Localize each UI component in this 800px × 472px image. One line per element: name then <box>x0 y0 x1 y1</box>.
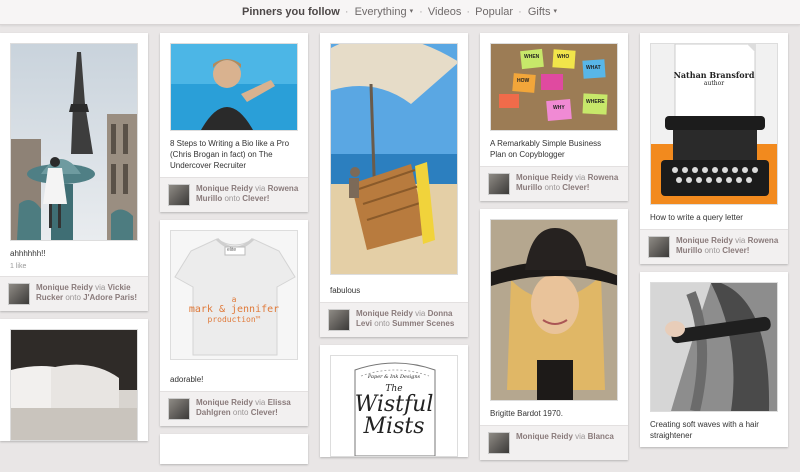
top-navigation-bar: Pinners you follow · Everything ▾ · Video… <box>0 0 800 25</box>
note-label: WHERE <box>586 99 605 105</box>
pin-card[interactable]: fabulous Monique Reidy via Donna Levi on… <box>320 33 468 337</box>
board-link[interactable]: Clever! <box>722 246 749 255</box>
pin-caption: fabulous <box>330 286 361 295</box>
typewriter-paper-name: Nathan Bransford <box>673 70 755 80</box>
hat-portrait-photo <box>491 220 617 400</box>
pin-caption: A Remarkably Simple Business Plan on Cop… <box>490 139 602 159</box>
note-label: HOW <box>517 78 530 84</box>
pin-caption: Brigitte Bardot 1970. <box>490 409 563 418</box>
pin-card[interactable] <box>0 319 148 441</box>
pin-like-count[interactable]: 1 like <box>0 263 148 276</box>
pin-image-hat-portrait[interactable] <box>490 219 618 401</box>
pin-card[interactable]: 8 Steps to Writing a Bio like a Pro (Chr… <box>160 33 308 212</box>
pinner-link[interactable]: Monique Reidy <box>36 283 93 292</box>
tshirt-print-line-1: a <box>231 295 237 304</box>
pin-card[interactable]: Nathan Bransford author How to write a q… <box>640 33 788 264</box>
pin-attribution: Monique Reidy via Rowena Murillo onto Cl… <box>640 229 788 264</box>
pinner-link[interactable]: Monique Reidy <box>676 236 733 245</box>
board-link[interactable]: J'Adore Paris! <box>83 293 137 302</box>
pin-caption: How to write a query letter <box>650 213 743 222</box>
pin-card[interactable]: Creating soft waves with a hair straight… <box>640 272 788 447</box>
tshirt-print-line-3: production™ <box>207 315 261 324</box>
nav-popular[interactable]: Popular <box>475 6 513 18</box>
pin-image-beach[interactable] <box>330 43 458 275</box>
chevron-down-icon: ▾ <box>553 8 557 15</box>
avatar[interactable] <box>488 173 510 195</box>
avatar[interactable] <box>488 432 510 454</box>
pin-column-4: WHEN WHO WHAT HOW WHY WHERE A Remarkably… <box>480 33 628 468</box>
pin-attribution: Monique Reidy via Rowena Murillo onto Cl… <box>160 177 308 212</box>
speaker-photo <box>171 44 297 130</box>
pin-card[interactable]: Paper & Ink Designs The Wistful Mists <box>320 345 468 457</box>
eiffel-tower-photo <box>11 44 137 240</box>
nav-separator: · <box>419 6 423 18</box>
pin-caption: ahhhhhh!! <box>10 249 46 258</box>
pin-card[interactable]: WHEN WHO WHAT HOW WHY WHERE A Remarkably… <box>480 33 628 201</box>
pin-image-hair-straightener[interactable] <box>650 282 778 412</box>
beach-chair-photo <box>331 44 457 274</box>
pin-caption: adorable! <box>170 375 204 384</box>
pinner-link[interactable]: Monique Reidy <box>516 173 573 182</box>
wistful-title-2: Mists <box>363 414 425 439</box>
pin-attribution: Monique Reidy via Rowena Murillo onto Cl… <box>480 166 628 201</box>
pin-card[interactable]: Brigitte Bardot 1970. Monique Reidy via … <box>480 209 628 460</box>
bedroom-photo <box>11 330 137 440</box>
avatar[interactable] <box>168 184 190 206</box>
hair-straightener-photo <box>651 283 777 411</box>
pin-image-paris[interactable] <box>10 43 138 241</box>
pin-attribution: Monique Reidy via Donna Levi onto Summer… <box>320 302 468 337</box>
feed-filter-nav: Pinners you follow · Everything ▾ · Video… <box>0 6 800 18</box>
wistful-small-text: Paper & Ink Designs <box>367 374 421 380</box>
pin-image-sticky-notes[interactable]: WHEN WHO WHAT HOW WHY WHERE <box>490 43 618 131</box>
pinner-link[interactable]: Monique Reidy <box>356 309 413 318</box>
pin-caption: Creating soft waves with a hair straight… <box>650 420 759 440</box>
pin-column-2: 8 Steps to Writing a Bio like a Pro (Chr… <box>160 33 308 472</box>
pin-attribution: Monique Reidy via Blanca <box>480 425 628 460</box>
board-link[interactable]: Clever! <box>242 194 269 203</box>
pinner-link[interactable]: Monique Reidy <box>196 184 253 193</box>
tshirt-tag-text: elite <box>227 247 237 253</box>
pin-column-1: ahhhhhh!! 1 like Monique Reidy via Vicki… <box>0 33 148 449</box>
pin-image-wistful-mists[interactable]: Paper & Ink Designs The Wistful Mists <box>330 355 458 457</box>
avatar[interactable] <box>328 309 350 331</box>
pin-attribution: Monique Reidy via Elissa Dahlgren onto C… <box>160 391 308 426</box>
avatar[interactable] <box>648 236 670 258</box>
nav-pinners-you-follow[interactable]: Pinners you follow <box>242 6 340 18</box>
chevron-down-icon: ▾ <box>409 8 414 15</box>
nav-everything[interactable]: Everything ▾ <box>354 6 415 18</box>
avatar[interactable] <box>168 398 190 420</box>
nav-videos[interactable]: Videos <box>428 6 461 18</box>
board-link[interactable]: Clever! <box>251 408 278 417</box>
pin-caption: 8 Steps to Writing a Bio like a Pro (Chr… <box>170 139 290 170</box>
note-label: WHAT <box>586 65 601 71</box>
sticky-notes-photo <box>491 44 617 130</box>
pin-column-3: fabulous Monique Reidy via Donna Levi on… <box>320 33 468 465</box>
pin-attribution: Monique Reidy via Vickie Rucker onto J'A… <box>0 276 148 311</box>
typewriter-paper-role: author <box>703 80 725 87</box>
board-link[interactable]: Summer Scenes <box>392 319 454 328</box>
nav-separator: · <box>466 6 471 18</box>
note-label: WHEN <box>524 54 540 60</box>
pin-card[interactable]: ahhhhhh!! 1 like Monique Reidy via Vicki… <box>0 33 148 311</box>
tshirt-print-line-2: mark & jennifer <box>188 304 280 315</box>
note-label: WHY <box>553 105 565 111</box>
pin-image-speaker[interactable] <box>170 43 298 131</box>
pin-card[interactable]: a mark & jennifer production™ elite ador… <box>160 220 308 426</box>
pin-card[interactable] <box>160 434 308 464</box>
nav-gifts[interactable]: Gifts ▾ <box>527 6 558 18</box>
pinner-link[interactable]: Monique Reidy <box>196 398 253 407</box>
pin-image-bedroom[interactable] <box>10 329 138 441</box>
avatar[interactable] <box>8 283 30 305</box>
wistful-title-1: Wistful <box>354 392 434 417</box>
board-link[interactable]: Clever! <box>562 183 589 192</box>
note-label: WHO <box>557 54 570 60</box>
pin-column-5: Nathan Bransford author How to write a q… <box>640 33 788 455</box>
nav-separator: · <box>344 6 349 18</box>
pin-image-typewriter[interactable]: Nathan Bransford author <box>650 43 778 205</box>
pin-image-tshirt[interactable]: a mark & jennifer production™ elite <box>170 230 298 360</box>
typewriter-photo <box>651 44 777 204</box>
nav-separator: · <box>518 6 522 18</box>
